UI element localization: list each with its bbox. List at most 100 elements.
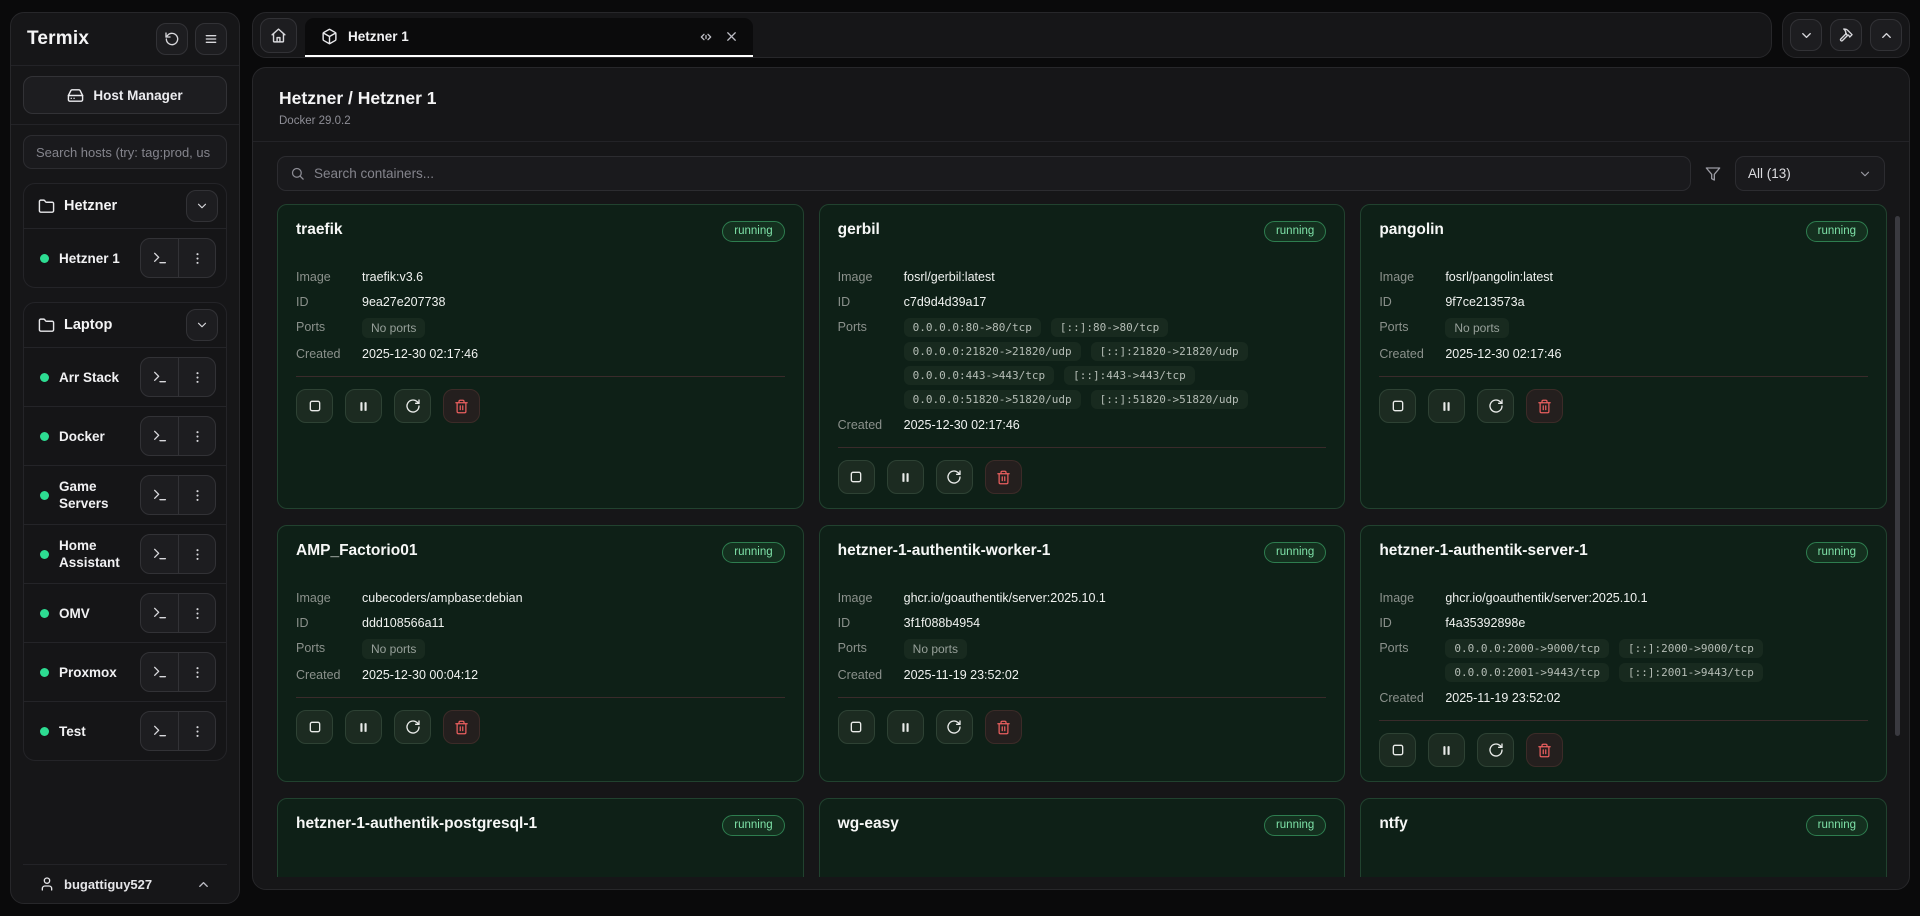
terminal-button[interactable] [141, 712, 178, 750]
host-row[interactable]: Game Servers [24, 465, 226, 524]
status-badge: running [1806, 815, 1868, 836]
delete-container-button[interactable] [443, 710, 480, 744]
host-group-header[interactable]: Laptop [24, 303, 226, 347]
port-mapping: [::]:2001->9443/tcp [1619, 663, 1763, 682]
delete-container-button[interactable] [443, 389, 480, 423]
host-row[interactable]: Home Assistant [24, 524, 226, 583]
terminal-button[interactable] [141, 476, 178, 514]
chevron-down-icon [1858, 167, 1872, 181]
pause-icon [356, 399, 371, 414]
restart-container-button[interactable] [394, 710, 431, 744]
delete-container-button[interactable] [985, 710, 1022, 744]
ports-label: Ports [1379, 639, 1445, 655]
port-mapping: 0.0.0.0:21820->21820/udp [904, 342, 1081, 361]
status-filter-select[interactable]: All (13) [1735, 156, 1885, 191]
close-tab-button[interactable] [724, 29, 739, 44]
host-menu-button[interactable] [178, 712, 215, 750]
kebab-menu-icon [190, 488, 205, 503]
collapse-down-button[interactable] [1790, 19, 1822, 51]
filter-funnel-icon [1705, 166, 1721, 182]
host-search-input[interactable] [23, 135, 227, 169]
user-footer[interactable]: bugattiguy527 [23, 864, 227, 903]
restart-container-button[interactable] [936, 710, 973, 744]
restart-container-button[interactable] [1477, 733, 1514, 767]
port-mapping: [::]:21820->21820/udp [1091, 342, 1248, 361]
host-menu-button[interactable] [178, 594, 215, 632]
split-view-button[interactable] [698, 29, 714, 45]
host-menu-button[interactable] [178, 653, 215, 691]
stop-container-button[interactable] [838, 460, 875, 494]
pause-container-button[interactable] [887, 460, 924, 494]
terminal-button[interactable] [141, 239, 178, 277]
home-tab-button[interactable] [260, 18, 297, 53]
host-row[interactable]: Proxmox [24, 642, 226, 701]
host-row[interactable]: Arr Stack [24, 347, 226, 406]
pause-container-button[interactable] [345, 389, 382, 423]
ports-row: Ports 0.0.0.0:2000->9000/tcp[::]:2000->9… [1379, 639, 1868, 682]
container-card: AMP_Factorio01 running Image cubecoders/… [277, 525, 804, 782]
delete-container-button[interactable] [985, 460, 1022, 494]
delete-container-button[interactable] [1526, 389, 1563, 423]
stop-icon [848, 469, 864, 485]
collapse-up-button[interactable] [1870, 19, 1902, 51]
scrollbar-thumb[interactable] [1895, 216, 1900, 736]
host-manager-button[interactable]: Host Manager [23, 76, 227, 114]
tab-hetzner-1[interactable]: Hetzner 1 [305, 18, 753, 57]
host-menu-button[interactable] [178, 358, 215, 396]
terminal-button[interactable] [141, 417, 178, 455]
ports-value: 0.0.0.0:2000->9000/tcp[::]:2000->9000/tc… [1445, 639, 1763, 682]
created-row: Created 2025-11-19 23:52:02 [1379, 689, 1868, 707]
port-row: 0.0.0.0:2001->9443/tcp[::]:2001->9443/tc… [1445, 663, 1763, 682]
container-search-input[interactable] [314, 166, 1678, 181]
delete-container-button[interactable] [1526, 733, 1563, 767]
host-name: Proxmox [59, 664, 130, 681]
pause-container-button[interactable] [345, 710, 382, 744]
sidebar-menu-button[interactable] [195, 23, 227, 55]
stop-container-button[interactable] [296, 389, 333, 423]
restart-container-button[interactable] [394, 389, 431, 423]
host-row[interactable]: Hetzner 1 [24, 228, 226, 287]
stop-container-button[interactable] [1379, 389, 1416, 423]
ports-row: Ports No ports [838, 639, 1327, 659]
group-collapse-button[interactable] [186, 309, 218, 341]
terminal-button[interactable] [141, 653, 178, 691]
host-menu-button[interactable] [178, 239, 215, 277]
group-collapse-button[interactable] [186, 190, 218, 222]
id-value: c7d9d4d39a17 [904, 293, 987, 311]
restart-container-button[interactable] [936, 460, 973, 494]
pause-container-button[interactable] [1428, 733, 1465, 767]
terminal-button[interactable] [141, 594, 178, 632]
created-label: Created [296, 666, 362, 682]
port-mapping: [::]:2000->9000/tcp [1619, 639, 1763, 658]
restart-container-button[interactable] [1477, 389, 1514, 423]
created-value: 2025-12-30 02:17:46 [1445, 345, 1561, 363]
image-label: Image [838, 589, 904, 605]
image-label: Image [1379, 589, 1445, 605]
port-row: 0.0.0.0:2000->9000/tcp[::]:2000->9000/tc… [1445, 639, 1763, 658]
stop-icon [307, 719, 323, 735]
tools-button[interactable] [1830, 19, 1862, 51]
terminal-icon [152, 487, 168, 503]
host-menu-button[interactable] [178, 476, 215, 514]
id-label: ID [838, 293, 904, 309]
card-divider [296, 697, 785, 698]
ports-row: Ports No ports [1379, 318, 1868, 338]
host-menu-button[interactable] [178, 417, 215, 455]
stop-container-button[interactable] [838, 710, 875, 744]
pause-container-button[interactable] [887, 710, 924, 744]
refresh-button[interactable] [156, 23, 188, 55]
pause-container-button[interactable] [1428, 389, 1465, 423]
host-row[interactable]: Docker [24, 406, 226, 465]
id-value: 3f1f088b4954 [904, 614, 980, 632]
terminal-button[interactable] [141, 358, 178, 396]
host-row[interactable]: OMV [24, 583, 226, 642]
stop-container-button[interactable] [296, 710, 333, 744]
stop-container-button[interactable] [1379, 733, 1416, 767]
terminal-button[interactable] [141, 535, 178, 573]
host-menu-button[interactable] [178, 535, 215, 573]
kebab-menu-icon [190, 251, 205, 266]
host-row[interactable]: Test [24, 701, 226, 760]
created-value: 2025-12-30 02:17:46 [904, 416, 1020, 434]
refresh-icon [164, 31, 180, 47]
host-group-header[interactable]: Hetzner [24, 184, 226, 228]
